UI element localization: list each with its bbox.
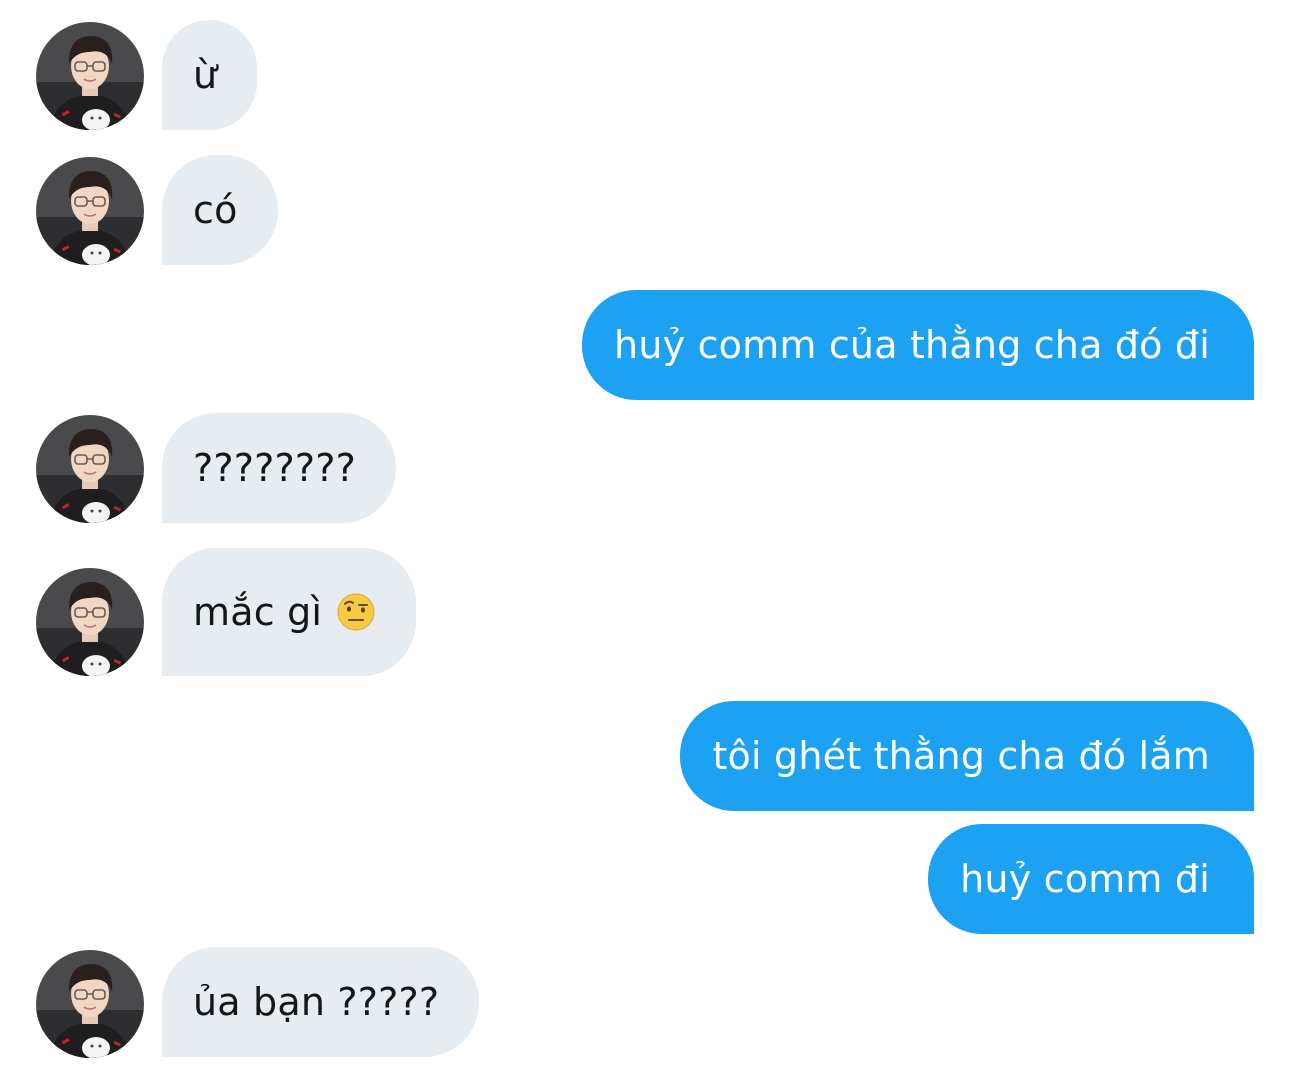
message-text: có [193, 188, 238, 232]
avatar-icon [36, 157, 144, 265]
incoming-message-bubble[interactable]: ???????? [162, 413, 396, 523]
outgoing-message-bubble[interactable]: tôi ghét thằng cha đó lắm [680, 701, 1254, 811]
message-text: ủa bạn ????? [193, 980, 440, 1024]
avatar-icon [36, 950, 144, 1058]
incoming-message-bubble[interactable]: có [162, 155, 278, 265]
contact-avatar[interactable] [36, 950, 144, 1058]
avatar-icon [36, 568, 144, 676]
contact-avatar[interactable] [36, 415, 144, 523]
message-text: ừ [193, 53, 218, 97]
incoming-message-bubble[interactable]: ủa bạn ????? [162, 947, 480, 1057]
message-text: huỷ comm của thằng cha đó đi [614, 323, 1210, 367]
face-with-raised-eyebrow-icon [337, 593, 375, 631]
avatar-icon [36, 415, 144, 523]
outgoing-message-bubble[interactable]: huỷ comm của thằng cha đó đi [582, 290, 1254, 400]
contact-avatar[interactable] [36, 157, 144, 265]
contact-avatar[interactable] [36, 22, 144, 130]
incoming-message-bubble[interactable]: ừ [162, 20, 258, 130]
message-text: ???????? [193, 446, 356, 490]
avatar-icon [36, 22, 144, 130]
outgoing-message-bubble[interactable]: huỷ comm đi [928, 824, 1254, 934]
incoming-message-bubble[interactable]: mắc gì [162, 548, 417, 676]
message-thread: ừ có huỷ comm của thằng cha đó đi ??????… [0, 0, 1290, 1082]
message-text: huỷ comm đi [960, 857, 1210, 901]
message-text: tôi ghét thằng cha đó lắm [712, 734, 1210, 778]
contact-avatar[interactable] [36, 568, 144, 676]
message-text: mắc gì [193, 590, 323, 634]
